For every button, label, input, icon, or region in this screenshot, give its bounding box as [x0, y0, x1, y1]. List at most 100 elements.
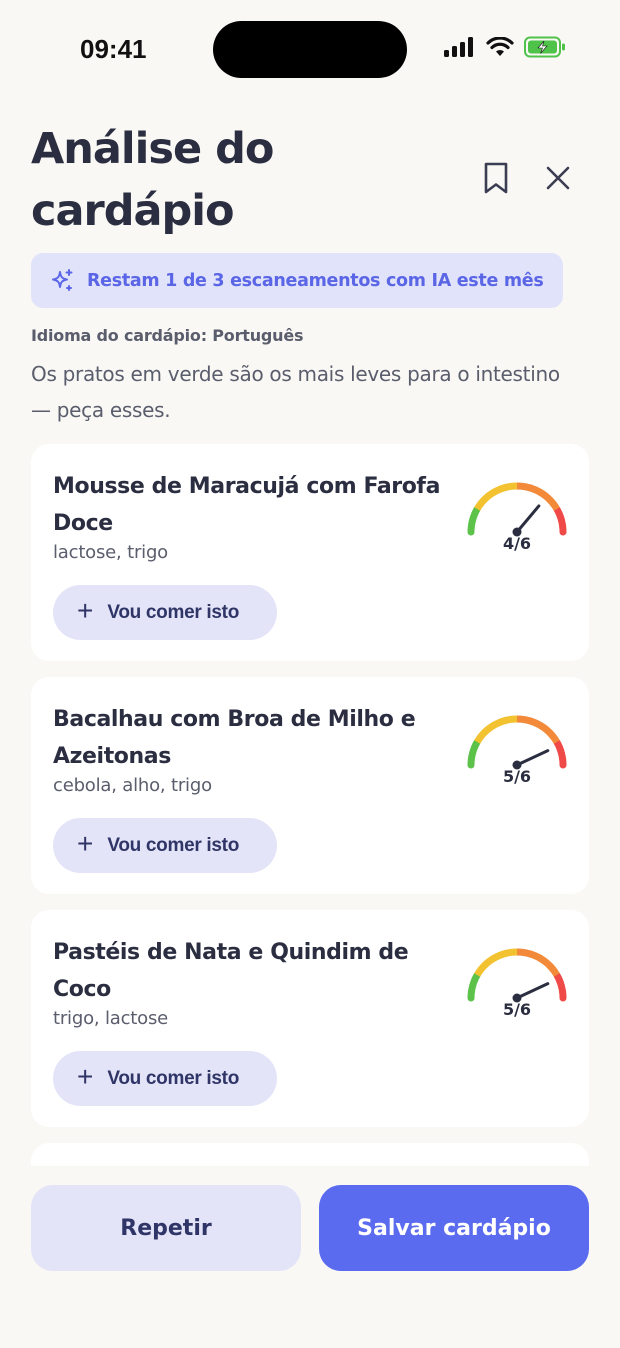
dish-name: Mousse de Maracujá com Farofa Doce: [53, 474, 441, 536]
plus-icon: +: [77, 828, 94, 859]
wifi-icon: [486, 37, 514, 56]
gauge-arc-segment: [474, 734, 484, 744]
gauge-arc-segment: [481, 958, 492, 968]
gauge-score-label: 5/6: [502, 1000, 532, 1019]
gauge-arc-segment: [533, 719, 543, 729]
dish-card: Mousse de Maracujá com Farofa Doce lacto…: [31, 444, 589, 661]
gauge-arc-segment: [469, 745, 478, 755]
status-time: 09:41: [80, 34, 147, 64]
gauge-arc-segment: [477, 962, 488, 973]
dish-card: Bacalhau com Broa de Milho e Azeitonas c…: [31, 677, 589, 894]
gauge-arc-segment: [522, 948, 531, 958]
gauge-arc-segment: [467, 518, 477, 527]
gauge-arc-segment: [477, 496, 488, 507]
gauge-arc-segment: [492, 719, 502, 729]
close-button[interactable]: [536, 156, 580, 200]
gauge-arc-segment: [556, 513, 565, 522]
gauge-arc-segment: [481, 725, 492, 735]
gauge-arc-segment: [527, 717, 537, 726]
gauge-needle: [515, 749, 550, 767]
gauge-arc-segment: [477, 729, 488, 740]
gauge-arc-segment: [492, 486, 502, 496]
battery-icon: [524, 36, 565, 58]
status-bar: 09:41: [0, 0, 620, 100]
gauge-arc-segment: [522, 715, 531, 725]
dish-name: Bacalhau com Broa de Milho e Azeitonas: [53, 707, 416, 769]
bookmark-icon: [484, 162, 508, 194]
gauge-arc-segment: [504, 948, 512, 957]
status-icons: [444, 36, 566, 58]
dish-allergens: cebola, alho, trigo: [53, 775, 212, 796]
gauge-arc-segment: [533, 952, 543, 962]
gauge-arc-segment: [542, 958, 553, 969]
gauge-arc-segment: [467, 751, 477, 760]
bookmark-button[interactable]: [474, 156, 518, 200]
dish-card-partial: [31, 1143, 589, 1166]
gauge-arc-segment: [492, 952, 502, 962]
dish-allergens: lactose, trigo: [53, 542, 168, 563]
gauge-arc-segment: [550, 967, 561, 978]
gauge-arc-segment: [498, 950, 507, 959]
gauge-arc-segment: [547, 962, 557, 973]
gauge-arc-segment: [550, 501, 561, 512]
gauge-arc-segment: [471, 506, 481, 516]
gauge-arc-segment: [504, 482, 512, 491]
gauge-arc-segment: [469, 978, 478, 988]
gauge-arc-segment: [556, 746, 565, 755]
sparkles-icon: [52, 268, 73, 291]
gauge-arc-segment: [547, 729, 557, 740]
eat-this-button[interactable]: + Vou comer isto: [53, 585, 277, 640]
gauge-needle: [515, 504, 541, 534]
gauge-arc-segment: [471, 739, 481, 749]
close-icon: [546, 166, 570, 190]
eat-this-button[interactable]: + Vou comer isto: [53, 1051, 277, 1106]
gauge-arc-segment: [553, 973, 563, 983]
gauge-arc-segment: [538, 955, 548, 965]
page-title: Análise do cardápio: [31, 124, 274, 236]
gauge-arc-segment: [474, 501, 484, 511]
gauge-arc-segment: [481, 492, 492, 502]
plus-icon: +: [77, 595, 94, 626]
gauge-arc-segment: [471, 972, 481, 982]
gauge-needle: [515, 982, 550, 1000]
gauge-arc-segment: [467, 984, 477, 993]
gauge-arc-segment: [486, 954, 497, 965]
gauge-arc-segment: [542, 725, 553, 736]
menu-language: Idioma do cardápio: Português: [31, 326, 304, 345]
gauge-arc-segment: [486, 721, 497, 732]
gauge-score-label: 4/6: [502, 534, 532, 553]
eat-this-button[interactable]: + Vou comer isto: [53, 818, 277, 873]
eat-this-label: Vou comer isto: [107, 601, 239, 623]
ai-scans-text: Restam 1 de 3 escaneamentos com IA este …: [87, 270, 544, 291]
repeat-button[interactable]: Repetir: [31, 1185, 301, 1271]
gauge-arc-segment: [553, 507, 563, 517]
gauge-arc-segment: [542, 492, 553, 503]
hint-text: Os pratos em verde são os mais leves par…: [31, 362, 560, 422]
gauge-arc-segment: [533, 486, 543, 496]
save-menu-button[interactable]: Salvar cardápio: [319, 1185, 589, 1271]
dish-allergens: trigo, lactose: [53, 1008, 168, 1029]
gauge-arc-segment: [504, 715, 512, 724]
gauge-arc-segment: [498, 717, 507, 726]
dish-name: Pastéis de Nata e Quindim de Coco: [53, 940, 409, 1002]
gauge-score-label: 5/6: [502, 767, 532, 786]
gauge-arc-segment: [538, 722, 548, 732]
dish-card: Pastéis de Nata e Quindim de Coco trigo,…: [31, 910, 589, 1127]
gauge-arc-segment: [498, 484, 507, 493]
gauge-arc-segment: [469, 512, 478, 522]
gauge-arc-segment: [486, 488, 497, 499]
gauge-arc-segment: [538, 489, 548, 499]
ai-scans-banner: Restam 1 de 3 escaneamentos com IA este …: [31, 253, 563, 308]
gauge-arc-segment: [553, 740, 563, 750]
eat-this-label: Vou comer isto: [107, 1067, 239, 1089]
gauge-arc-segment: [522, 482, 531, 492]
dish-list[interactable]: Mousse de Maracujá com Farofa Doce lacto…: [31, 444, 589, 1166]
gauge-arc-segment: [550, 734, 561, 745]
gauge-arc-segment: [527, 950, 537, 959]
gauge-arc-segment: [474, 967, 484, 977]
gauge-arc-segment: [547, 496, 557, 507]
dynamic-island: [213, 21, 407, 78]
signal-icon: [444, 37, 473, 57]
plus-icon: +: [77, 1061, 94, 1092]
gauge-arc-segment: [556, 979, 565, 988]
